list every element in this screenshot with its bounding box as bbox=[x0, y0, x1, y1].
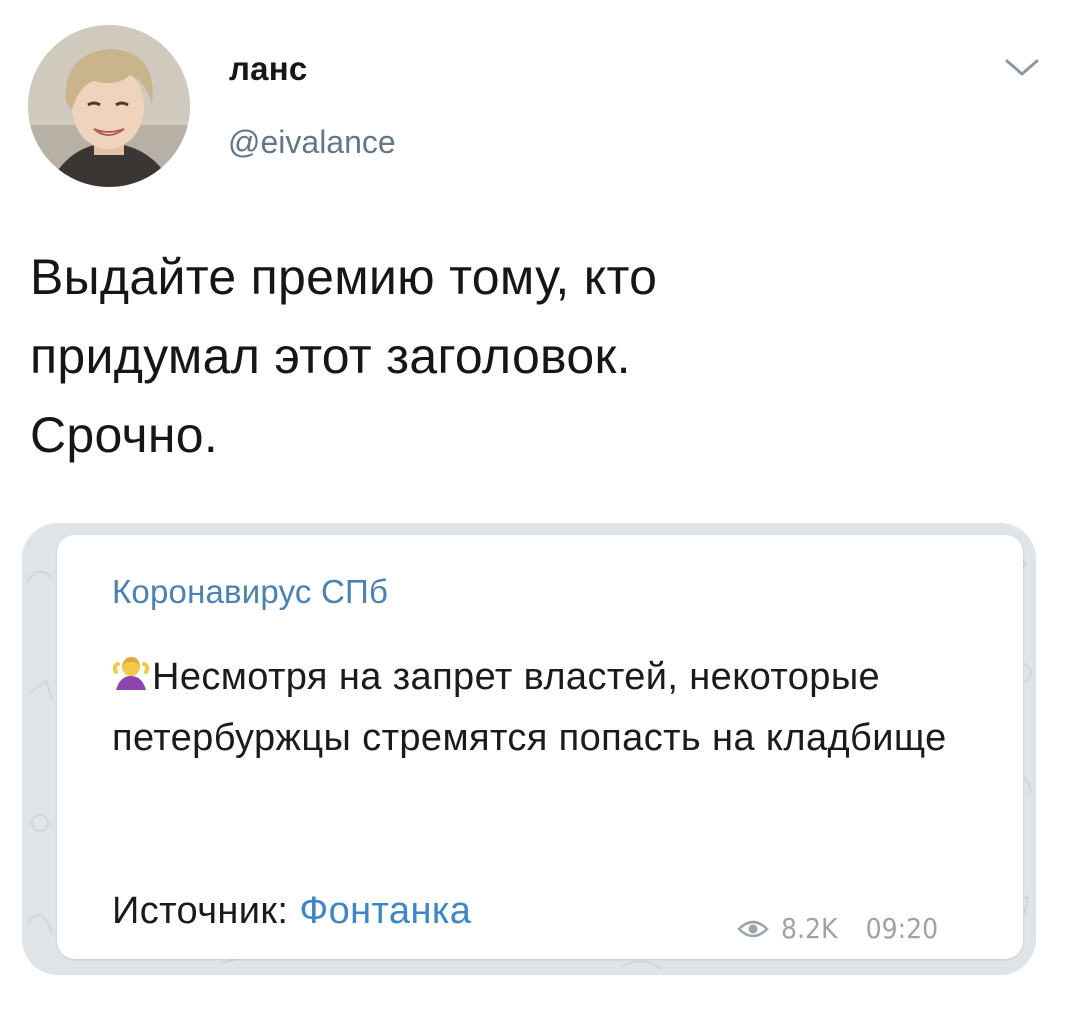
tweet-image[interactable]: Коронавирус СПб Несмотря на запрет власт… bbox=[22, 523, 1036, 975]
message-body: Несмотря на запрет властей, некоторые пе… bbox=[112, 656, 947, 759]
eye-icon bbox=[737, 920, 769, 937]
source-label: Источник: bbox=[112, 890, 300, 932]
message-text: Несмотря на запрет властей, некоторые пе… bbox=[112, 647, 1012, 769]
channel-name[interactable]: Коронавирус СПб bbox=[112, 573, 388, 611]
display-name[interactable]: ланс bbox=[229, 50, 307, 88]
view-count: 8.2K bbox=[781, 912, 838, 945]
message-time: 09:20 bbox=[865, 912, 939, 945]
avatar[interactable] bbox=[28, 25, 190, 187]
avatar-image bbox=[28, 25, 190, 187]
chevron-down-icon[interactable] bbox=[1004, 58, 1040, 78]
tweet: ланс @eivalance Выдайте премию тому, кто… bbox=[0, 0, 1071, 1016]
tweet-text: Выдайте премию тому, кто придумал этот з… bbox=[30, 249, 658, 463]
message-meta: 8.2K 09:20 bbox=[737, 912, 938, 945]
person-shrugging-emoji bbox=[112, 657, 150, 690]
user-handle[interactable]: @eivalance bbox=[228, 124, 396, 161]
message-source: Источник: Фонтанка bbox=[112, 890, 471, 933]
source-link[interactable]: Фонтанка bbox=[299, 890, 471, 932]
message-bubble: Коронавирус СПб Несмотря на запрет власт… bbox=[57, 535, 1023, 959]
